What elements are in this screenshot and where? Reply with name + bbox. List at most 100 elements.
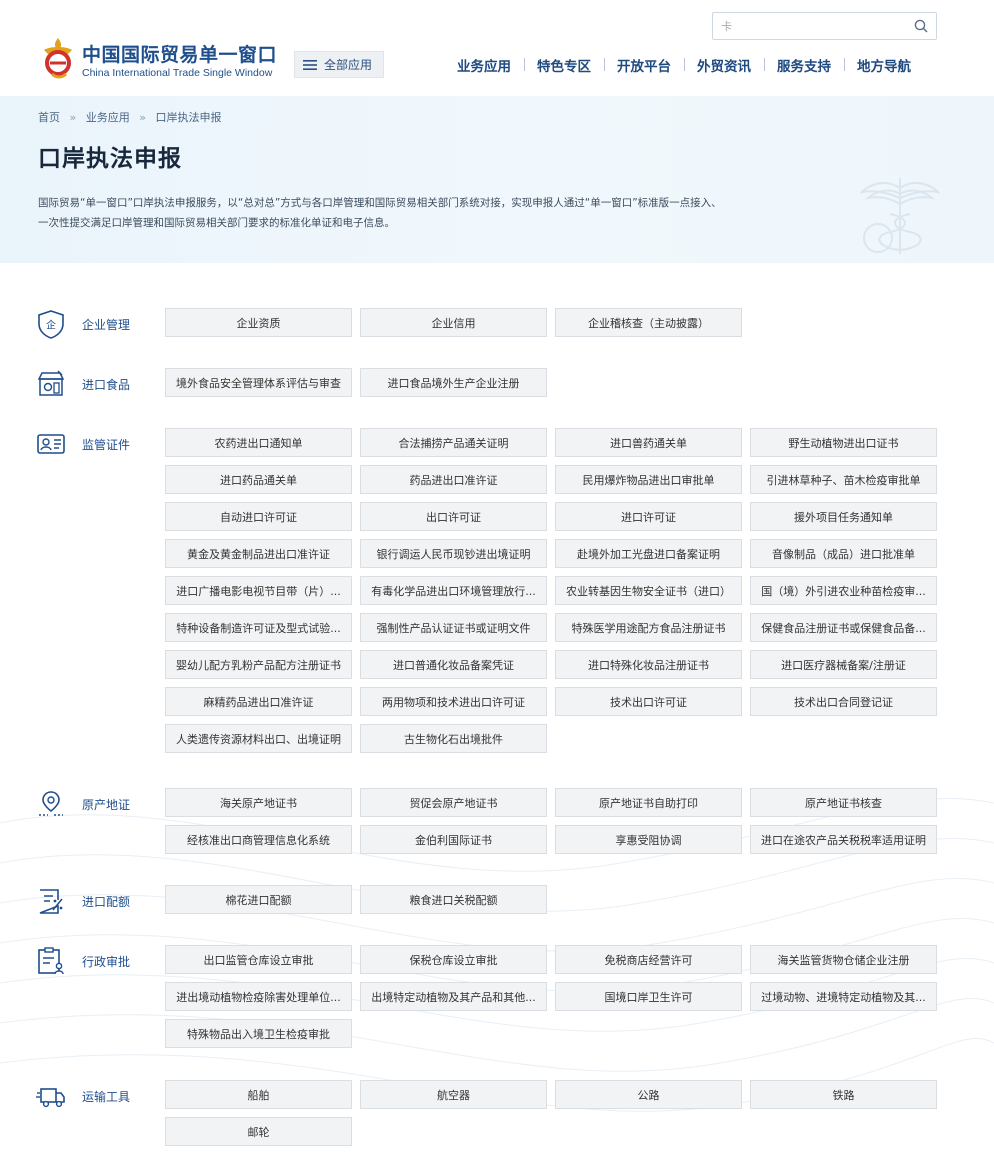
service-tile[interactable]: 进口药品通关单 (165, 465, 352, 494)
service-tile[interactable]: 特种设备制造许可证及型式试验... (165, 613, 352, 642)
search-icon[interactable] (914, 19, 928, 33)
service-tile[interactable]: 合法捕捞产品通关证明 (360, 428, 547, 457)
service-tile[interactable]: 野生动植物进出口证书 (750, 428, 937, 457)
tile-label: 原产地证书自助打印 (599, 796, 698, 810)
logo-title-cn[interactable]: 中国国际贸易单一窗口 (82, 40, 277, 67)
service-tile[interactable]: 麻精药品进出口准许证 (165, 687, 352, 716)
single-window-logo[interactable] (38, 36, 78, 80)
logo-title-en[interactable]: China International Trade Single Window (82, 67, 272, 79)
service-tile[interactable]: 国（境）外引进农业种苗检疫审... (750, 576, 937, 605)
tile-label: 合法捕捞产品通关证明 (398, 436, 509, 450)
service-tile[interactable]: 企业稽核查（主动披露） (555, 308, 742, 337)
service-tile[interactable]: 保税仓库设立审批 (360, 945, 547, 974)
service-tile[interactable]: 出口监管仓库设立审批 (165, 945, 352, 974)
service-tile[interactable]: 过境动物、进境特定动植物及其... (750, 982, 937, 1011)
service-tile[interactable]: 航空器 (360, 1080, 547, 1109)
service-tile[interactable]: 技术出口合同登记证 (750, 687, 937, 716)
service-tile[interactable]: 进口食品境外生产企业注册 (360, 368, 547, 397)
service-tile[interactable]: 进口在途农产品关税税率适用证明 (750, 825, 937, 854)
nav-trade-news[interactable]: 外贸资讯 (684, 55, 764, 75)
service-tile[interactable]: 进口兽药通关单 (555, 428, 742, 457)
service-tile[interactable]: 进口特殊化妆品注册证书 (555, 650, 742, 679)
menu-icon (303, 59, 317, 70)
service-tile[interactable]: 农业转基因生物安全证书（进口） (555, 576, 742, 605)
breadcrumb-separator: » (69, 111, 77, 124)
page-title: 口岸执法申报 (38, 146, 182, 172)
breadcrumb-business-apps[interactable]: 业务应用 (86, 111, 130, 124)
service-tile[interactable]: 进口普通化妆品备案凭证 (360, 650, 547, 679)
tile-label: 经核准出口商管理信息化系统 (187, 833, 330, 847)
service-tile[interactable]: 进口许可证 (555, 502, 742, 531)
service-tile[interactable]: 粮食进口关税配额 (360, 885, 547, 914)
tile-label: 铁路 (832, 1088, 855, 1102)
tile-label: 贸促会原产地证书 (409, 796, 498, 810)
service-tile[interactable]: 经核准出口商管理信息化系统 (165, 825, 352, 854)
nav-open-platform[interactable]: 开放平台 (604, 55, 684, 75)
service-tile[interactable]: 金伯利国际证书 (360, 825, 547, 854)
tile-label: 公路 (637, 1088, 660, 1102)
nav-business-apps[interactable]: 业务应用 (444, 55, 524, 75)
tile-label: 出境特定动植物及其产品和其他... (371, 990, 536, 1004)
tile-label: 保健食品注册证书或保健食品备... (761, 621, 926, 635)
service-tile[interactable]: 有毒化学品进出口环境管理放行... (360, 576, 547, 605)
service-tile[interactable]: 境外食品安全管理体系评估与审查 (165, 368, 352, 397)
service-tile[interactable]: 药品进出口准许证 (360, 465, 547, 494)
service-tile[interactable]: 企业信用 (360, 308, 547, 337)
service-tile[interactable]: 邮轮 (165, 1117, 352, 1146)
tile-label: 棉花进口配额 (225, 893, 292, 907)
service-tile[interactable]: 引进林草种子、苗木检疫审批单 (750, 465, 937, 494)
service-tile[interactable]: 原产地证书自助打印 (555, 788, 742, 817)
service-tile[interactable]: 音像制品（成品）进口批准单 (750, 539, 937, 568)
service-tile[interactable]: 古生物化石出境批件 (360, 724, 547, 753)
service-tile[interactable]: 进出境动植物检疫除害处理单位... (165, 982, 352, 1011)
nav-featured-zone[interactable]: 特色专区 (524, 55, 604, 75)
tile-label: 野生动植物进出口证书 (788, 436, 899, 450)
section-title: 行政审批 (82, 955, 131, 969)
nav-local-navigation[interactable]: 地方导航 (844, 55, 924, 75)
service-tile[interactable]: 原产地证书核查 (750, 788, 937, 817)
delivery-truck-icon (36, 1088, 65, 1108)
tile-label: 特殊物品出入境卫生检疫审批 (187, 1027, 330, 1041)
nav-service-support[interactable]: 服务支持 (764, 55, 844, 75)
service-catalog: 企 企业管理 企业资质 企业信用 企业稽核查（主动披露） 进口食品 境外食品安全… (0, 263, 994, 1173)
service-tile[interactable]: 援外项目任务通知单 (750, 502, 937, 531)
service-tile[interactable]: 婴幼儿配方乳粉产品配方注册证书 (165, 650, 352, 679)
service-tile[interactable]: 船舶 (165, 1080, 352, 1109)
service-tile[interactable]: 保健食品注册证书或保健食品备... (750, 613, 937, 642)
service-tile[interactable]: 技术出口许可证 (555, 687, 742, 716)
service-tile[interactable]: 自动进口许可证 (165, 502, 352, 531)
service-tile[interactable]: 企业资质 (165, 308, 352, 337)
service-tile[interactable]: 农药进出口通知单 (165, 428, 352, 457)
service-tile[interactable]: 国境口岸卫生许可 (555, 982, 742, 1011)
service-tile[interactable]: 进口广播电影电视节目带（片）... (165, 576, 352, 605)
service-tile[interactable]: 银行调运人民币现钞进出境证明 (360, 539, 547, 568)
service-tile[interactable]: 民用爆炸物品进出口审批单 (555, 465, 742, 494)
service-tile[interactable]: 赴境外加工光盘进口备案证明 (555, 539, 742, 568)
service-tile[interactable]: 特殊物品出入境卫生检疫审批 (165, 1019, 352, 1048)
main-nav: 业务应用 特色专区 开放平台 外贸资讯 服务支持 地方导航 (444, 55, 924, 75)
service-tile[interactable]: 享惠受阻协调 (555, 825, 742, 854)
service-tile[interactable]: 出口许可证 (360, 502, 547, 531)
service-tile[interactable]: 两用物项和技术进出口许可证 (360, 687, 547, 716)
service-tile[interactable]: 人类遗传资源材料出口、出境证明 (165, 724, 352, 753)
service-tile[interactable]: 特殊医学用途配方食品注册证书 (555, 613, 742, 642)
tile-label: 有毒化学品进出口环境管理放行... (371, 584, 536, 598)
section-items: 出口监管仓库设立审批 保税仓库设立审批 免税商店经营许可 海关监管货物仓储企业注… (165, 945, 937, 1048)
service-tile[interactable]: 公路 (555, 1080, 742, 1109)
service-tile[interactable]: 出境特定动植物及其产品和其他... (360, 982, 547, 1011)
service-tile[interactable]: 免税商店经营许可 (555, 945, 742, 974)
service-tile[interactable]: 黄金及黄金制品进出口准许证 (165, 539, 352, 568)
service-tile[interactable]: 棉花进口配额 (165, 885, 352, 914)
service-tile[interactable]: 海关原产地证书 (165, 788, 352, 817)
search-input[interactable] (721, 17, 911, 35)
service-tile[interactable]: 铁路 (750, 1080, 937, 1109)
service-tile[interactable]: 海关监管货物仓储企业注册 (750, 945, 937, 974)
breadcrumb-separator: » (139, 111, 146, 124)
service-tile[interactable]: 强制性产品认证证书或证明文件 (360, 613, 547, 642)
tile-label: 过境动物、进境特定动植物及其... (761, 990, 926, 1004)
tile-label: 海关监管货物仓储企业注册 (777, 953, 910, 967)
breadcrumb-home[interactable]: 首页 (38, 111, 60, 124)
all-apps-button[interactable]: 全部应用 (294, 51, 384, 78)
service-tile[interactable]: 进口医疗器械备案/注册证 (750, 650, 937, 679)
service-tile[interactable]: 贸促会原产地证书 (360, 788, 547, 817)
